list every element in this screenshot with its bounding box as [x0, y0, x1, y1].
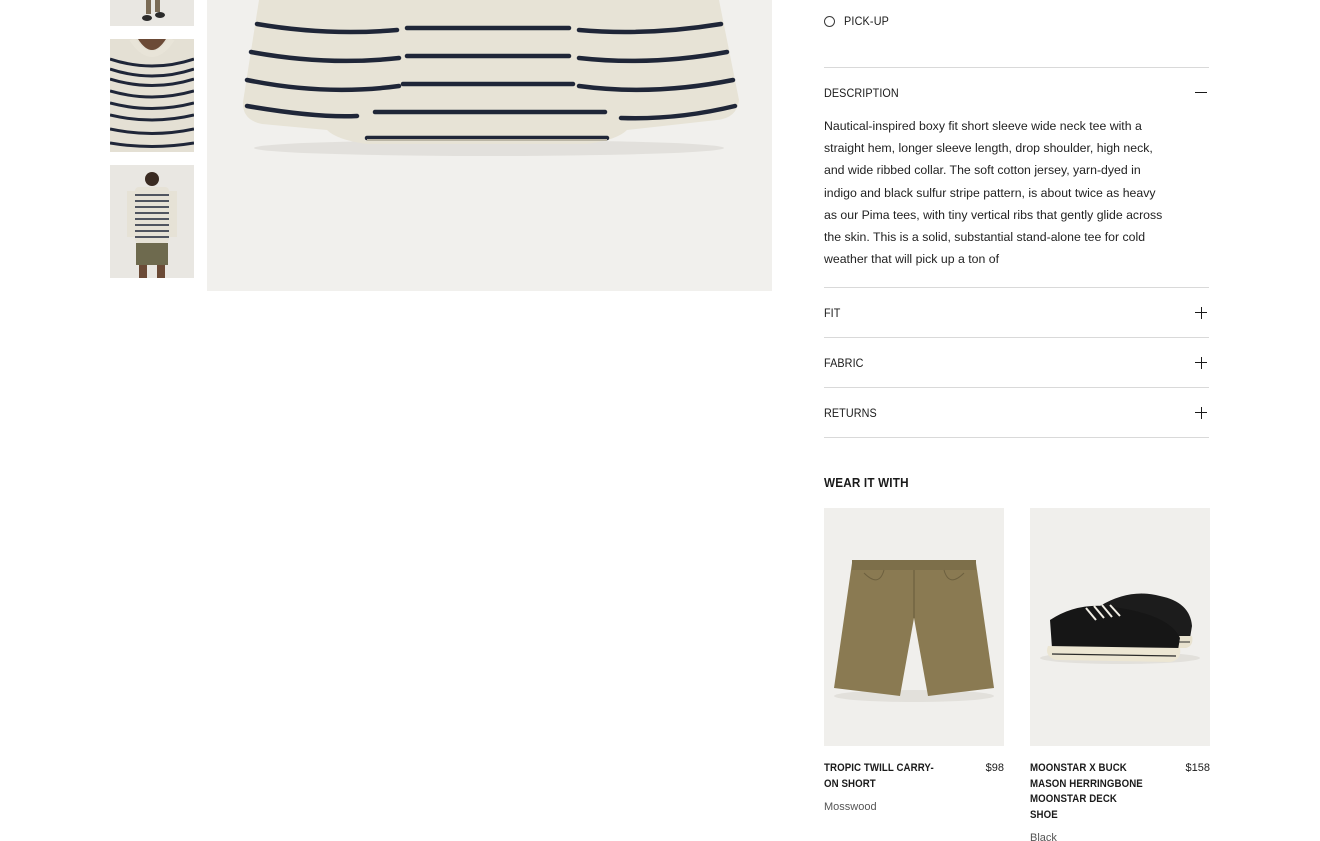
- minus-icon[interactable]: [1195, 87, 1207, 99]
- accordion-fit-header[interactable]: FIT: [824, 288, 1209, 337]
- plus-icon[interactable]: [1195, 406, 1207, 419]
- accordion-fit: FIT: [824, 287, 1209, 337]
- thumbnail-back-image: [110, 165, 194, 278]
- accordion-fabric: FABRIC: [824, 337, 1209, 387]
- thumbnail-3[interactable]: [110, 165, 194, 278]
- plus-icon[interactable]: [1195, 306, 1207, 319]
- product-name[interactable]: TROPIC TWILL CARRY-ON SHORT: [824, 761, 940, 792]
- pickup-radio[interactable]: [824, 15, 835, 27]
- product-color: Black: [1030, 832, 1057, 841]
- main-product-image[interactable]: [207, 0, 772, 291]
- product-price: $158: [1185, 762, 1210, 774]
- description-text: Nautical-inspired boxy fit short sleeve …: [824, 119, 1163, 267]
- product-card-meta: MOONSTAR X BUCK MASON HERRINGBONE MOONST…: [1030, 761, 1210, 841]
- product-price: $98: [985, 762, 1004, 774]
- thumbnail-1[interactable]: [110, 0, 194, 26]
- wear-it-with-title: WEAR IT WITH: [824, 475, 909, 490]
- accordion-fit-title: FIT: [824, 305, 841, 320]
- accordion-returns-header[interactable]: RETURNS: [824, 388, 1209, 437]
- plus-icon[interactable]: [1195, 356, 1207, 369]
- thumbnail-2[interactable]: [110, 39, 194, 152]
- thumbnail-legs-image: [110, 0, 194, 26]
- product-card-image[interactable]: [1030, 508, 1210, 746]
- shorts-image: [824, 508, 1004, 746]
- pickup-label: PICK-UP: [844, 14, 890, 28]
- accordion-description: DESCRIPTION: [824, 67, 1209, 117]
- product-card-meta: TROPIC TWILL CARRY-ON SHORT $98 Mosswood: [824, 761, 1004, 813]
- product-card[interactable]: MOONSTAR X BUCK MASON HERRINGBONE MOONST…: [1030, 508, 1210, 841]
- product-name[interactable]: MOONSTAR X BUCK MASON HERRINGBONE MOONST…: [1030, 761, 1146, 823]
- accordion-description-header[interactable]: DESCRIPTION: [824, 68, 1209, 117]
- thumbnail-collar-image: [110, 39, 194, 152]
- accordion-description-title: DESCRIPTION: [824, 85, 899, 100]
- accordion-returns-title: RETURNS: [824, 405, 877, 420]
- accordion-fabric-header[interactable]: FABRIC: [824, 338, 1209, 387]
- striped-tee-image: [207, 0, 772, 291]
- shoe-image: [1030, 508, 1210, 746]
- accordion-returns: RETURNS: [824, 387, 1209, 437]
- product-card-image[interactable]: [824, 508, 1004, 746]
- pickup-option[interactable]: PICK-UP: [824, 13, 894, 29]
- accordion-fabric-title: FABRIC: [824, 355, 864, 370]
- accordion-divider: [824, 437, 1209, 438]
- product-color: Mosswood: [824, 801, 877, 813]
- product-card[interactable]: TROPIC TWILL CARRY-ON SHORT $98 Mosswood: [824, 508, 1004, 813]
